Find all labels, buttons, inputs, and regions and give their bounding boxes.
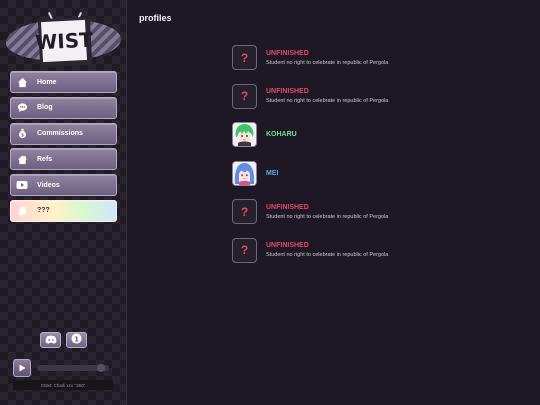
music-player bbox=[13, 359, 113, 377]
profile-item[interactable]: ? UNFINISHED Student no right to celebra… bbox=[232, 83, 532, 110]
page-title: profiles bbox=[139, 13, 172, 23]
question-mark-icon: ? bbox=[232, 45, 257, 70]
money-bag-icon: $ bbox=[15, 127, 29, 141]
nav-item-label: Refs bbox=[37, 155, 53, 163]
profile-description: Student no right to celebrate in republi… bbox=[266, 59, 389, 66]
nav-item-label: Home bbox=[37, 78, 57, 86]
play-icon bbox=[19, 359, 26, 377]
logo-text: WIST bbox=[35, 16, 93, 66]
discord-button[interactable] bbox=[40, 332, 61, 348]
profile-name: KOHARU bbox=[266, 131, 297, 139]
profile-item[interactable]: KOHARU bbox=[232, 121, 532, 148]
volume-slider[interactable] bbox=[37, 364, 109, 372]
play-button[interactable] bbox=[13, 359, 31, 377]
nav-item-blog[interactable]: Blog bbox=[10, 96, 117, 119]
nav-item-secret[interactable]: ??? bbox=[10, 199, 117, 222]
profile-name: MEI bbox=[266, 169, 279, 177]
profile-item[interactable]: MEI bbox=[232, 160, 532, 187]
site-logo[interactable]: WIST bbox=[6, 12, 121, 66]
nav-item-label: Videos bbox=[37, 181, 60, 189]
sidebar-nav: Home Blog $ Commissions Refs Videos ??? bbox=[10, 71, 117, 226]
profile-description: Student no right to celebrate in republi… bbox=[266, 252, 389, 259]
mei-avatar bbox=[232, 160, 257, 186]
ghost-icon bbox=[15, 204, 29, 218]
nav-item-commissions[interactable]: $ Commissions bbox=[10, 122, 117, 145]
now-playing-text: SGM: Charli xcx "360" bbox=[13, 380, 113, 390]
home-icon bbox=[15, 75, 29, 89]
svg-text:$: $ bbox=[21, 133, 24, 138]
video-icon bbox=[15, 178, 29, 192]
koharu-avatar bbox=[232, 122, 257, 148]
profile-description: Student no right to celebrate in republi… bbox=[266, 213, 389, 220]
nav-item-home[interactable]: Home bbox=[10, 71, 117, 93]
nav-item-label: ??? bbox=[37, 207, 50, 215]
discord-icon bbox=[45, 331, 57, 349]
profile-name: UNFINISHED bbox=[266, 88, 309, 96]
house-icon bbox=[15, 152, 29, 166]
chat-icon bbox=[15, 101, 29, 115]
question-mark-icon: ? bbox=[232, 199, 257, 225]
profile-name: UNFINISHED bbox=[266, 203, 309, 211]
svg-text:1: 1 bbox=[74, 334, 79, 343]
question-mark-icon: ? bbox=[232, 83, 257, 109]
nav-item-videos[interactable]: Videos bbox=[10, 174, 117, 197]
profile-name: UNFINISHED bbox=[266, 49, 309, 57]
info-button[interactable]: 1 bbox=[66, 332, 87, 348]
main-content: profiles ? UNFINISHED Student no right t… bbox=[128, 0, 540, 405]
profile-item[interactable]: ? UNFINISHED Student no right to celebra… bbox=[232, 198, 532, 225]
nav-item-refs[interactable]: Refs bbox=[10, 148, 117, 171]
profile-name: UNFINISHED bbox=[266, 242, 309, 250]
sidebar: WIST Home Blog $ Commissions Refs Videos… bbox=[0, 0, 127, 405]
profile-list: ? UNFINISHED Student no right to celebra… bbox=[232, 44, 532, 276]
slider-knob[interactable] bbox=[97, 364, 105, 372]
info-icon: 1 bbox=[71, 331, 82, 349]
nav-item-label: Commissions bbox=[37, 130, 83, 138]
profile-item[interactable]: ? UNFINISHED Student no right to celebra… bbox=[232, 237, 532, 264]
nav-item-label: Blog bbox=[37, 104, 53, 112]
profile-description: Student no right to celebrate in republi… bbox=[266, 98, 389, 105]
profile-item[interactable]: ? UNFINISHED Student no right to celebra… bbox=[232, 44, 532, 71]
question-mark-icon: ? bbox=[232, 237, 257, 263]
social-links: 1 bbox=[40, 332, 87, 348]
